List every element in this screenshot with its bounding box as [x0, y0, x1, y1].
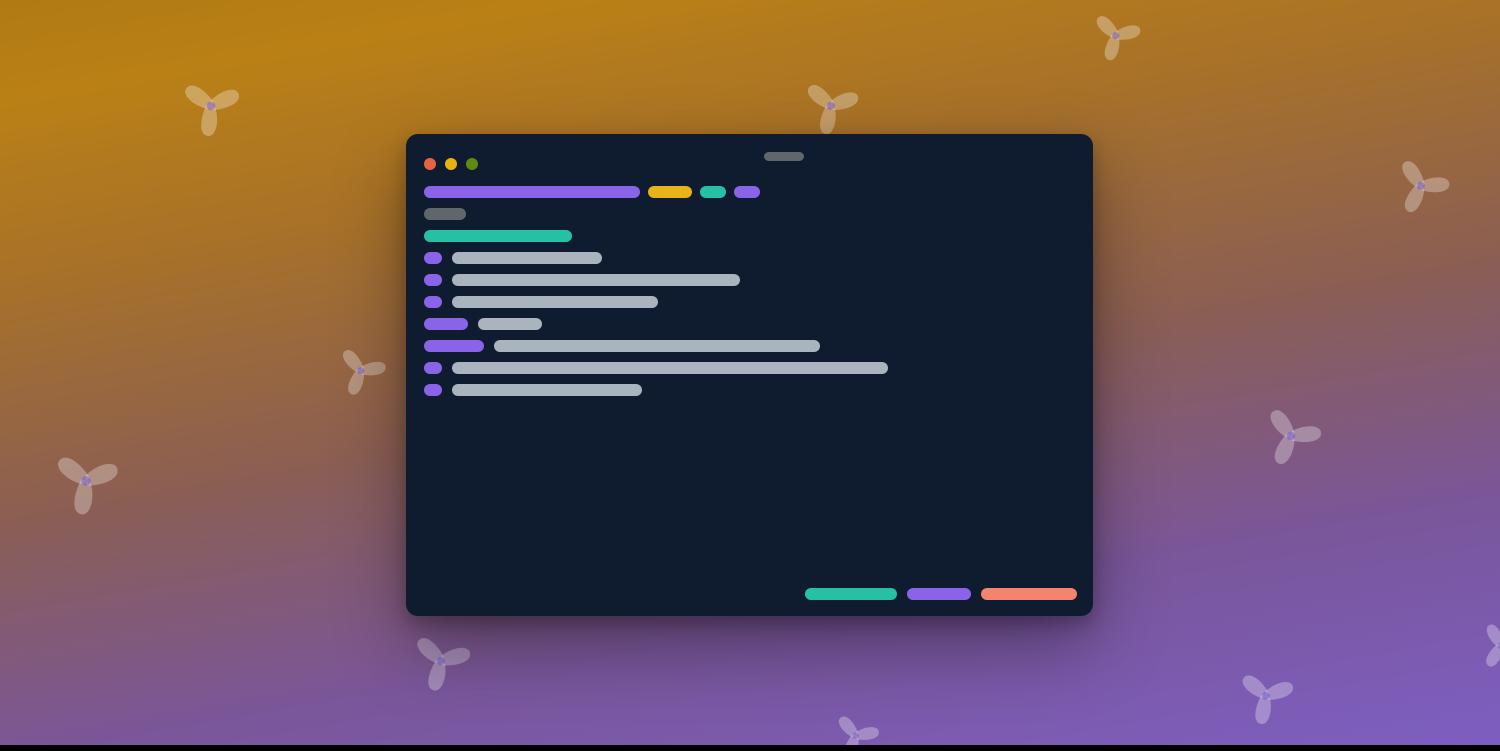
- code-token: [700, 186, 726, 198]
- code-token: [452, 252, 602, 264]
- status-bar: [805, 588, 1077, 600]
- minimize-button[interactable]: [445, 158, 457, 170]
- bottom-strip: [0, 745, 1500, 751]
- code-token: [452, 362, 888, 374]
- code-line: [424, 230, 1075, 242]
- propeller-icon: [1250, 395, 1332, 477]
- terminal-content: [406, 186, 1093, 424]
- code-token: [424, 384, 442, 396]
- code-token: [424, 362, 442, 374]
- code-token: [734, 186, 760, 198]
- code-token: [424, 208, 466, 220]
- code-line: [424, 274, 1075, 286]
- status-chip[interactable]: [907, 588, 971, 600]
- code-token: [424, 252, 442, 264]
- title-chip: [764, 152, 804, 161]
- propeller-icon: [1380, 145, 1462, 227]
- propeller-icon: [400, 620, 482, 702]
- propeller-icon: [320, 330, 402, 412]
- code-line: [424, 384, 1075, 396]
- propeller-icon: [45, 440, 127, 522]
- code-line: [424, 296, 1075, 308]
- zoom-button[interactable]: [466, 158, 478, 170]
- titlebar: [406, 134, 1093, 180]
- traffic-lights: [424, 158, 478, 170]
- code-token: [424, 318, 468, 330]
- code-line: [424, 340, 1075, 352]
- code-token: [424, 296, 442, 308]
- propeller-icon: [815, 695, 897, 751]
- code-token: [494, 340, 820, 352]
- code-token: [648, 186, 692, 198]
- close-button[interactable]: [424, 158, 436, 170]
- propeller-icon: [170, 65, 252, 147]
- code-token: [424, 230, 572, 242]
- terminal-window: [406, 134, 1093, 616]
- propeller-icon: [1075, 0, 1157, 77]
- code-token: [452, 274, 740, 286]
- code-line: [424, 252, 1075, 264]
- code-token: [424, 274, 442, 286]
- status-chip[interactable]: [981, 588, 1077, 600]
- code-token: [452, 384, 642, 396]
- code-line: [424, 208, 1075, 220]
- hero-stage: [0, 0, 1500, 751]
- code-token: [452, 296, 658, 308]
- status-chip[interactable]: [805, 588, 897, 600]
- propeller-icon: [1225, 655, 1307, 737]
- code-token: [478, 318, 542, 330]
- code-token: [424, 186, 640, 198]
- propeller-icon: [1460, 605, 1500, 687]
- header-row: [424, 186, 1075, 198]
- code-line: [424, 362, 1075, 374]
- code-token: [424, 340, 484, 352]
- code-line: [424, 318, 1075, 330]
